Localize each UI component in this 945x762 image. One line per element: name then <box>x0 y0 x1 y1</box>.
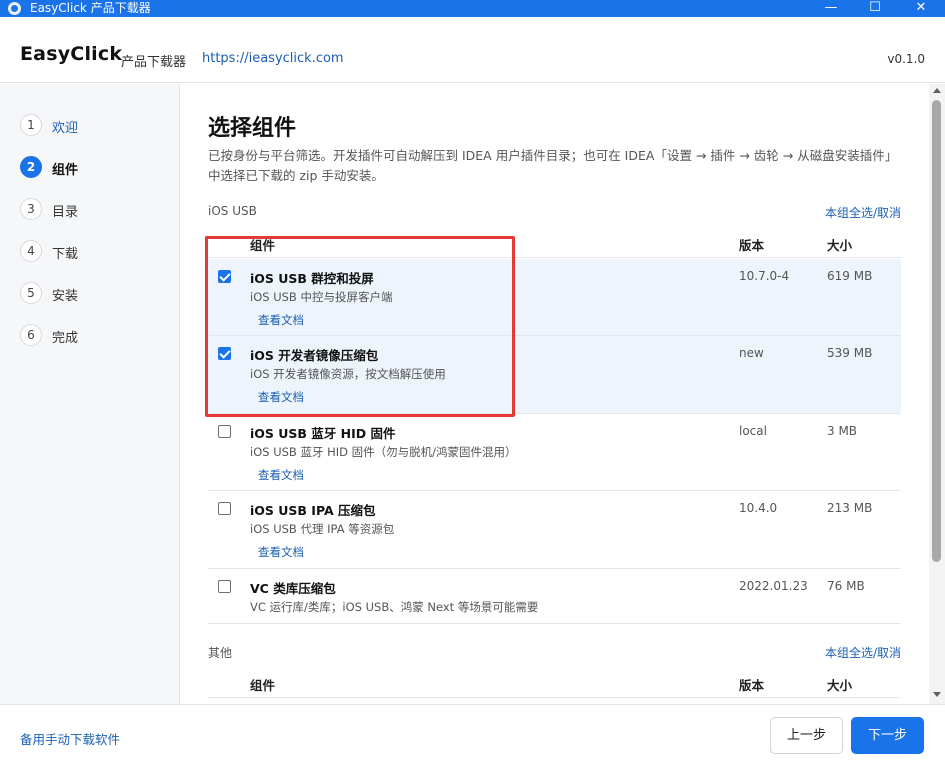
component-checkbox[interactable] <box>218 347 231 360</box>
version-label: v0.1.0 <box>887 52 925 66</box>
component-description: iOS USB 代理 IPA 等资源包 <box>250 522 395 536</box>
step-number: 1 <box>20 114 42 136</box>
step-number: 2 <box>20 156 42 178</box>
step-label: 目录 <box>52 205 79 220</box>
component-row[interactable]: iOS 开发者镜像压缩包 iOS 开发者镜像资源，按文档解压使用 查看文档 ne… <box>208 336 901 414</box>
main-content: 选择组件 已按身份与平台筛选。开发插件可自动解压到 IDEA 用户插件目录；也可… <box>181 84 929 704</box>
view-docs-link[interactable]: 查看文档 <box>258 312 304 328</box>
column-version-header: 版本 <box>739 678 765 693</box>
group-select-all-toggle[interactable]: 本组全选/取消 <box>825 204 901 221</box>
step-label: 欢迎 <box>52 121 79 136</box>
component-name: iOS USB IPA 压缩包 <box>250 503 376 518</box>
component-row[interactable]: iOS USB 群控和投屏 iOS USB 中控与投屏客户端 查看文档 10.7… <box>208 259 901 336</box>
scroll-up-arrow-icon[interactable] <box>933 88 941 93</box>
component-checkbox[interactable] <box>218 580 231 593</box>
component-description: iOS 开发者镜像资源，按文档解压使用 <box>250 367 446 381</box>
component-size: 76 MB <box>827 579 865 593</box>
footer-bar: 备用手动下载软件 上一步 下一步 <box>0 704 945 762</box>
component-row[interactable]: VC 类库压缩包 VC 运行库/类库；iOS USB、鸿蒙 Next 等场景可能… <box>208 569 901 624</box>
component-name: iOS USB 蓝牙 HID 固件 <box>250 426 396 441</box>
manual-download-link[interactable]: 备用手动下载软件 <box>20 729 120 748</box>
table-header: 组件 版本 大小 <box>208 666 901 698</box>
step-label: 安装 <box>52 289 79 304</box>
app-logo-icon <box>8 2 21 15</box>
next-button[interactable]: 下一步 <box>851 717 924 754</box>
component-description: iOS USB 蓝牙 HID 固件（勿与脱机/鸿蒙固件混用） <box>250 445 517 459</box>
page-description: 已按身份与平台筛选。开发插件可自动解压到 IDEA 用户插件目录；也可在 IDE… <box>208 148 898 183</box>
group-label: 其他 <box>208 646 233 660</box>
component-size: 539 MB <box>827 346 873 360</box>
group-label: iOS USB <box>208 204 257 218</box>
scroll-down-arrow-icon[interactable] <box>933 692 941 697</box>
component-version: 2022.01.23 <box>739 579 808 593</box>
step-number: 6 <box>20 324 42 346</box>
component-size: 3 MB <box>827 424 858 438</box>
steps-sidebar: 1 欢迎 2 组件 3 目录 4 下载 5 安装 6 完成 <box>0 84 180 704</box>
component-version: 10.7.0-4 <box>739 269 790 283</box>
view-docs-link[interactable]: 查看文档 <box>258 544 304 560</box>
column-name-header: 组件 <box>250 678 276 693</box>
step-number: 4 <box>20 240 42 262</box>
app-header: EasyClick 产品下载器 https://ieasyclick.com v… <box>0 17 945 83</box>
website-link[interactable]: https://ieasyclick.com <box>202 51 344 66</box>
previous-button[interactable]: 上一步 <box>770 717 843 754</box>
step-label: 组件 <box>52 163 79 178</box>
column-size-header: 大小 <box>827 238 853 253</box>
component-name: iOS USB 群控和投屏 <box>250 271 374 286</box>
column-version-header: 版本 <box>739 238 765 253</box>
component-version: local <box>739 424 767 438</box>
view-docs-link[interactable]: 查看文档 <box>258 467 304 483</box>
component-name: iOS 开发者镜像压缩包 <box>250 348 379 363</box>
maximize-button[interactable]: ☐ <box>852 0 898 17</box>
component-checkbox[interactable] <box>218 425 231 438</box>
step-number: 3 <box>20 198 42 220</box>
component-name: VC 类库压缩包 <box>250 581 336 596</box>
component-checkbox[interactable] <box>218 502 231 515</box>
column-size-header: 大小 <box>827 678 853 693</box>
component-row[interactable]: iOS USB IPA 压缩包 iOS USB 代理 IPA 等资源包 查看文档… <box>208 491 901 569</box>
brand-name: EasyClick <box>20 43 123 65</box>
step-label: 完成 <box>52 331 79 346</box>
component-version: 10.4.0 <box>739 501 778 515</box>
brand-subtitle: 产品下载器 <box>121 55 187 70</box>
step-number: 5 <box>20 282 42 304</box>
page-title: 选择组件 <box>208 116 297 141</box>
component-row[interactable]: iOS USB 蓝牙 HID 固件 iOS USB 蓝牙 HID 固件（勿与脱机… <box>208 414 901 491</box>
group-select-all-toggle[interactable]: 本组全选/取消 <box>825 644 901 661</box>
component-version: new <box>739 346 764 360</box>
table-header: 组件 版本 大小 <box>208 226 901 258</box>
component-checkbox[interactable] <box>218 270 231 283</box>
column-name-header: 组件 <box>250 238 276 253</box>
view-docs-link[interactable]: 查看文档 <box>258 389 304 405</box>
minimize-button[interactable]: — <box>808 0 854 17</box>
component-size: 213 MB <box>827 501 873 515</box>
component-description: iOS USB 中控与投屏客户端 <box>250 290 393 304</box>
vertical-scrollbar[interactable] <box>929 84 945 704</box>
component-description: VC 运行库/类库；iOS USB、鸿蒙 Next 等场景可能需要 <box>250 600 539 614</box>
close-button[interactable]: ✕ <box>898 0 944 17</box>
step-label: 下载 <box>52 247 79 262</box>
title-bar: EasyClick 产品下载器 — ☐ ✕ <box>0 0 945 17</box>
window-title: EasyClick 产品下载器 <box>30 1 151 15</box>
component-size: 619 MB <box>827 269 873 283</box>
scrollbar-thumb[interactable] <box>932 100 941 562</box>
